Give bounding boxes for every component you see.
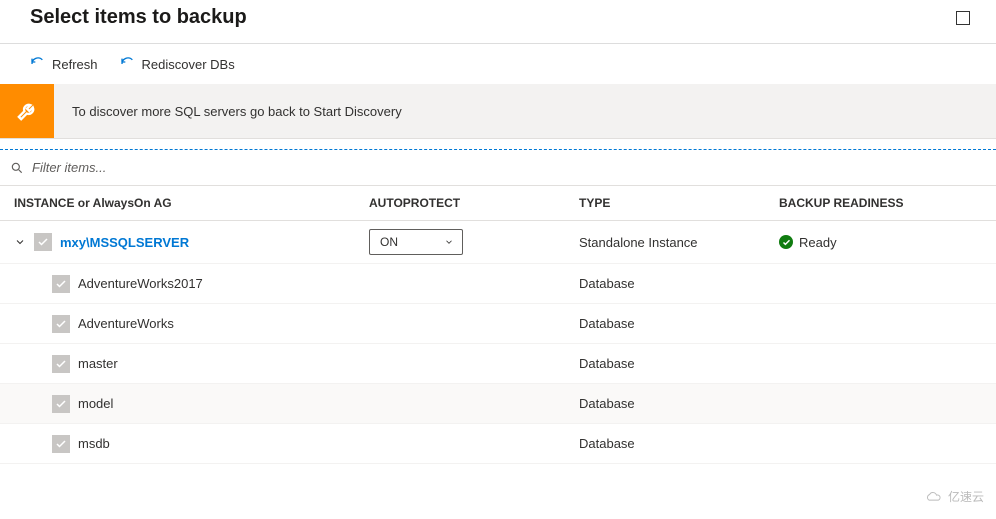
- database-name: model: [78, 396, 113, 411]
- check-icon: [55, 278, 67, 290]
- instance-row[interactable]: mxy\MSSQLSERVER ON Standalone Instance R…: [0, 221, 996, 264]
- watermark: 亿速云: [924, 488, 984, 505]
- banner-message: To discover more SQL servers go back to …: [54, 104, 402, 119]
- refresh-icon: [120, 56, 136, 72]
- rediscover-label: Rediscover DBs: [142, 57, 235, 72]
- filter-input[interactable]: [28, 156, 986, 179]
- col-autoprotect: AUTOPROTECT: [369, 196, 579, 210]
- wrench-icon: [13, 97, 41, 125]
- watermark-text: 亿速云: [948, 488, 984, 505]
- chevron-down-icon: [444, 237, 454, 247]
- database-name: master: [78, 356, 118, 371]
- database-name: AdventureWorks2017: [78, 276, 203, 291]
- database-type: Database: [579, 396, 779, 411]
- info-banner: To discover more SQL servers go back to …: [0, 84, 996, 139]
- chevron-down-icon[interactable]: [14, 236, 26, 248]
- col-readiness: BACKUP READINESS: [779, 196, 982, 210]
- autoprotect-select[interactable]: ON: [369, 229, 463, 255]
- database-row[interactable]: master Database: [0, 344, 996, 384]
- rediscover-button[interactable]: Rediscover DBs: [120, 56, 235, 72]
- banner-icon-wrap: [0, 84, 54, 138]
- refresh-icon: [30, 56, 46, 72]
- database-row[interactable]: model Database: [0, 384, 996, 424]
- page-title: Select items to backup: [30, 6, 247, 29]
- check-icon: [55, 398, 67, 410]
- check-icon: [55, 358, 67, 370]
- search-icon: [10, 161, 24, 175]
- database-row[interactable]: AdventureWorks2017 Database: [0, 264, 996, 304]
- database-checkbox[interactable]: [52, 395, 70, 413]
- instance-checkbox[interactable]: [34, 233, 52, 251]
- database-type: Database: [579, 276, 779, 291]
- database-checkbox[interactable]: [52, 315, 70, 333]
- refresh-label: Refresh: [52, 57, 98, 72]
- database-checkbox[interactable]: [52, 355, 70, 373]
- refresh-button[interactable]: Refresh: [30, 56, 98, 72]
- autoprotect-value: ON: [380, 235, 398, 249]
- check-icon: [55, 438, 67, 450]
- database-row[interactable]: AdventureWorks Database: [0, 304, 996, 344]
- readiness-ok-icon: [779, 235, 793, 249]
- database-name: msdb: [78, 436, 110, 451]
- database-type: Database: [579, 356, 779, 371]
- close-button[interactable]: [956, 11, 970, 25]
- database-type: Database: [579, 436, 779, 451]
- cloud-icon: [924, 489, 944, 505]
- database-name: AdventureWorks: [78, 316, 174, 331]
- readiness-text: Ready: [799, 235, 837, 250]
- column-header-row: INSTANCE or AlwaysOn AG AUTOPROTECT TYPE…: [0, 186, 996, 221]
- database-checkbox[interactable]: [52, 435, 70, 453]
- check-icon: [782, 238, 791, 247]
- database-checkbox[interactable]: [52, 275, 70, 293]
- col-instance: INSTANCE or AlwaysOn AG: [14, 196, 369, 210]
- database-row[interactable]: msdb Database: [0, 424, 996, 464]
- instance-name: mxy\MSSQLSERVER: [60, 235, 189, 250]
- check-icon: [37, 236, 49, 248]
- instance-type: Standalone Instance: [579, 235, 779, 250]
- check-icon: [55, 318, 67, 330]
- database-type: Database: [579, 316, 779, 331]
- col-type: TYPE: [579, 196, 779, 210]
